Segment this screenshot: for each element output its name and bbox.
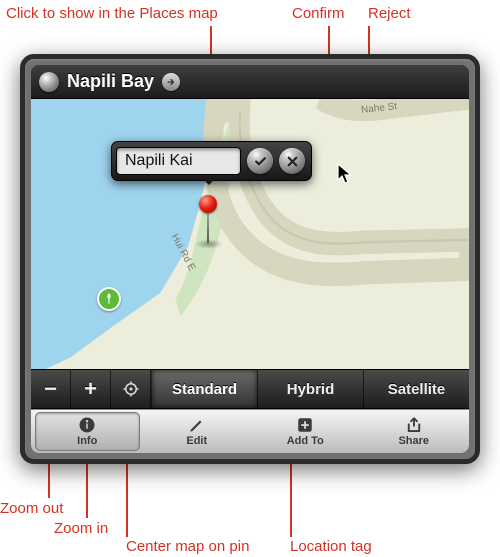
- bottom-toolbar: Info Edit Add To Share: [31, 409, 469, 453]
- map-mode-standard[interactable]: Standard: [151, 370, 257, 408]
- tab-info[interactable]: Info: [35, 412, 140, 451]
- map-view[interactable]: Hui Rd E Nahe St: [31, 99, 469, 369]
- show-in-places-button[interactable]: [162, 73, 180, 91]
- zoom-out-button[interactable]: −: [31, 370, 71, 408]
- globe-icon: [39, 72, 59, 92]
- location-tag-popover: [111, 141, 312, 181]
- check-icon: [254, 155, 267, 168]
- reject-button[interactable]: [279, 148, 305, 174]
- center-on-pin-button[interactable]: [111, 370, 151, 408]
- zoom-in-button[interactable]: +: [71, 370, 111, 408]
- map-mode-hybrid[interactable]: Hybrid: [257, 370, 363, 408]
- pin-stick: [207, 211, 209, 243]
- panel-inner: Napili Bay Hui Rd E Nahe St: [31, 65, 469, 453]
- map-mode-segmented: Standard Hybrid Satellite: [151, 370, 469, 408]
- tab-label: Add To: [287, 435, 324, 447]
- map-canvas: [31, 99, 469, 369]
- tab-label: Edit: [186, 435, 207, 447]
- tab-add-to[interactable]: Add To: [254, 412, 357, 451]
- pin-shadow: [195, 239, 223, 249]
- info-panel: Napili Bay Hui Rd E Nahe St: [20, 54, 480, 464]
- tab-label: Share: [398, 435, 429, 447]
- title-bar: Napili Bay: [31, 65, 469, 99]
- x-icon: [286, 155, 299, 168]
- tab-share[interactable]: Share: [363, 412, 466, 451]
- location-title: Napili Bay: [67, 71, 154, 92]
- annotation-center: Center map on pin: [126, 538, 249, 556]
- share-icon: [405, 416, 423, 434]
- annotation-confirm: Confirm: [292, 5, 345, 23]
- location-pin-icon[interactable]: [199, 195, 217, 213]
- park-badge-icon: [97, 287, 121, 311]
- confirm-button[interactable]: [247, 148, 273, 174]
- tab-edit[interactable]: Edit: [146, 412, 249, 451]
- annotation-zoom-in: Zoom in: [54, 520, 108, 538]
- location-tag-input[interactable]: [116, 147, 241, 175]
- plus-square-icon: [296, 416, 314, 434]
- annotation-reject: Reject: [368, 5, 411, 23]
- annotation-zoom-out: Zoom out: [0, 500, 63, 518]
- map-mode-satellite[interactable]: Satellite: [363, 370, 469, 408]
- arrow-right-icon: [166, 77, 176, 87]
- pencil-icon: [188, 416, 206, 434]
- annotation-show-places: Click to show in the Places map: [6, 5, 218, 23]
- crosshair-icon: [122, 380, 140, 398]
- map-control-bar: − + Standard Hybrid Satellite: [31, 369, 469, 409]
- annotation-location-tag: Location tag: [290, 538, 372, 556]
- tab-label: Info: [77, 435, 97, 447]
- info-icon: [78, 416, 96, 434]
